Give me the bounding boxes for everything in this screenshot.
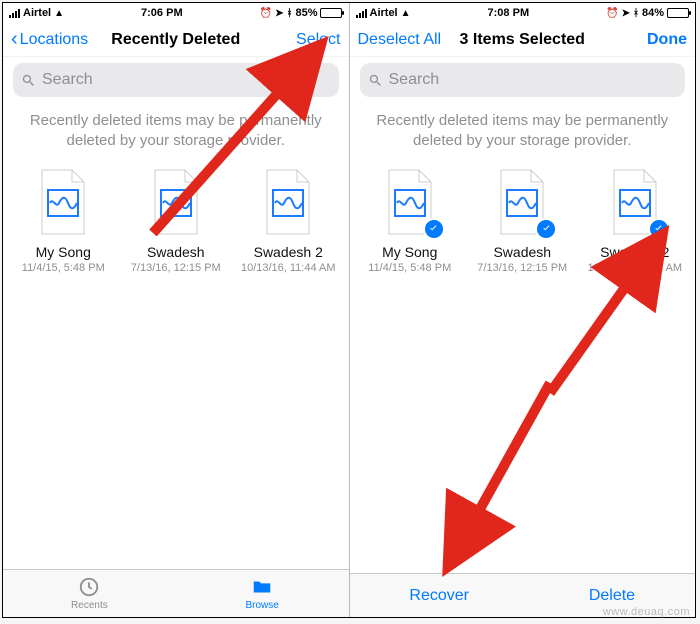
search-icon (21, 73, 36, 88)
nav-bar: Deselect All 3 Items Selected Done (350, 23, 696, 57)
recover-button[interactable]: Recover (409, 587, 469, 605)
battery-pct-label: 84% (642, 7, 664, 19)
deselect-label: Deselect All (358, 31, 442, 49)
signal-bars-icon (356, 9, 367, 18)
file-date: 10/13/16, 11:44 AM (585, 262, 685, 274)
status-bar: Airtel ▲ 7:06 PM ⏰ ➤ ᚼ 85% (3, 3, 349, 23)
select-button[interactable]: Select (251, 31, 341, 49)
selected-check-icon (423, 218, 445, 240)
carrier-label: Airtel (23, 7, 51, 19)
status-right: ⏰ ➤ ᚼ 84% (606, 7, 689, 19)
carrier-label: Airtel (370, 7, 398, 19)
clock-icon (77, 576, 101, 598)
folder-icon (250, 576, 274, 598)
file-item[interactable]: My Song 11/4/15, 5:48 PM (13, 168, 113, 274)
audio-file-icon (602, 168, 668, 238)
back-button[interactable]: ‹ Locations (11, 31, 101, 49)
file-date: 7/13/16, 12:15 PM (472, 262, 572, 274)
location-icon: ➤ (275, 8, 283, 19)
search-input[interactable]: Search (13, 63, 339, 97)
selected-check-icon (648, 218, 670, 240)
page-title: Recently Deleted (101, 31, 251, 49)
search-icon (368, 73, 383, 88)
screenshot-left: Airtel ▲ 7:06 PM ⏰ ➤ ᚼ 85% ‹ Locations R… (3, 3, 350, 617)
signal-bars-icon (9, 9, 20, 18)
spacer (3, 274, 349, 570)
status-right: ⏰ ➤ ᚼ 85% (260, 7, 343, 19)
file-item[interactable]: Swadesh 2 10/13/16, 11:44 AM (238, 168, 338, 274)
audio-file-icon (489, 168, 555, 238)
file-name: Swadesh (126, 244, 226, 260)
search-placeholder: Search (42, 71, 93, 89)
screenshot-right: Airtel ▲ 7:08 PM ⏰ ➤ ᚼ 84% Deselect All … (350, 3, 696, 617)
file-name: Swadesh 2 (238, 244, 338, 260)
warning-text: Recently deleted items may be permanentl… (3, 103, 349, 166)
tab-label: Browse (245, 600, 278, 611)
file-name: My Song (13, 244, 113, 260)
clock-label: 7:06 PM (141, 7, 183, 19)
audio-file-icon (143, 168, 209, 238)
file-item[interactable]: Swadesh 7/13/16, 12:15 PM (126, 168, 226, 274)
file-item[interactable]: My Song 11/4/15, 5:48 PM (360, 168, 460, 274)
location-icon: ➤ (622, 8, 630, 19)
file-grid: My Song 11/4/15, 5:48 PM Swadesh 7/13/16… (3, 166, 349, 274)
bluetooth-icon: ᚼ (286, 8, 292, 19)
tab-recents[interactable]: Recents (3, 570, 176, 617)
done-button[interactable]: Done (597, 31, 687, 49)
file-date: 11/4/15, 5:48 PM (360, 262, 460, 274)
file-date: 7/13/16, 12:15 PM (126, 262, 226, 274)
file-date: 11/4/15, 5:48 PM (13, 262, 113, 274)
alarm-icon: ⏰ (606, 8, 618, 19)
search-input[interactable]: Search (360, 63, 686, 97)
search-placeholder: Search (389, 71, 440, 89)
battery-icon (320, 8, 342, 18)
file-name: Swadesh (472, 244, 572, 260)
file-name: My Song (360, 244, 460, 260)
audio-file-icon (377, 168, 443, 238)
side-by-side-wrapper: Airtel ▲ 7:06 PM ⏰ ➤ ᚼ 85% ‹ Locations R… (2, 2, 696, 618)
nav-bar: ‹ Locations Recently Deleted Select (3, 23, 349, 57)
delete-button[interactable]: Delete (589, 587, 635, 605)
watermark-text: www.deuaq.com (603, 606, 690, 618)
file-grid: My Song 11/4/15, 5:48 PM Swadesh 7/13/16… (350, 166, 696, 274)
chevron-left-icon: ‹ (11, 29, 18, 49)
battery-icon (667, 8, 689, 18)
page-title: 3 Items Selected (448, 31, 598, 49)
wifi-icon: ▲ (54, 8, 64, 19)
alarm-icon: ⏰ (260, 8, 272, 19)
tab-browse[interactable]: Browse (176, 570, 349, 617)
tab-bar: Recents Browse (3, 569, 349, 617)
audio-file-icon (30, 168, 96, 238)
status-left: Airtel ▲ (9, 7, 64, 19)
status-bar: Airtel ▲ 7:08 PM ⏰ ➤ ᚼ 84% (350, 3, 696, 23)
battery-pct-label: 85% (295, 7, 317, 19)
bluetooth-icon: ᚼ (633, 8, 639, 19)
file-name: Swadesh 2 (585, 244, 685, 260)
selected-check-icon (535, 218, 557, 240)
file-item[interactable]: Swadesh 7/13/16, 12:15 PM (472, 168, 572, 274)
status-left: Airtel ▲ (356, 7, 411, 19)
deselect-all-button[interactable]: Deselect All (358, 31, 448, 49)
clock-label: 7:08 PM (488, 7, 530, 19)
wifi-icon: ▲ (401, 8, 411, 19)
spacer (350, 274, 696, 574)
warning-text: Recently deleted items may be permanentl… (350, 103, 696, 166)
back-label: Locations (20, 31, 89, 49)
tab-label: Recents (71, 600, 108, 611)
file-date: 10/13/16, 11:44 AM (238, 262, 338, 274)
file-item[interactable]: Swadesh 2 10/13/16, 11:44 AM (585, 168, 685, 274)
audio-file-icon (255, 168, 321, 238)
